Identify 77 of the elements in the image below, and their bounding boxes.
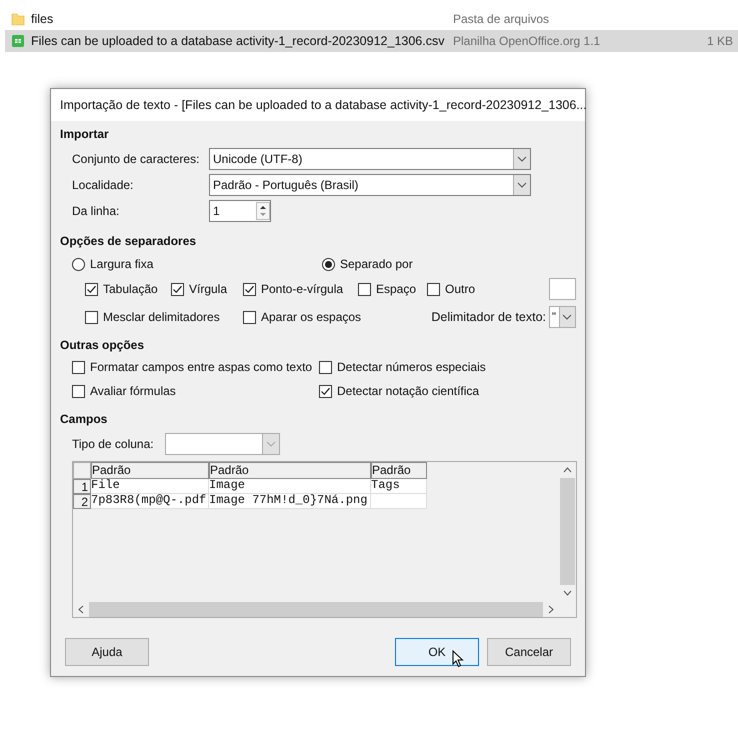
checkbox-label: Mesclar delimitadores [103, 309, 220, 326]
checkbox-label: Espaço [376, 281, 416, 298]
chevron-right-icon[interactable] [548, 604, 554, 614]
checkbox[interactable] [85, 282, 98, 296]
field-label: Delimitador de texto: [431, 308, 546, 326]
help-button[interactable]: Ajuda [65, 638, 149, 666]
checkbox[interactable] [72, 360, 85, 374]
table-cell [371, 494, 427, 509]
table-cell: Tags [371, 479, 427, 494]
row-spinbox[interactable]: 1 [209, 200, 271, 222]
checkbox-label: Formatar campos entre aspas como texto [90, 359, 312, 376]
checkbox[interactable] [243, 310, 256, 324]
checkbox-label: Vírgula [189, 281, 228, 298]
chevron-down-icon[interactable] [563, 590, 572, 596]
checkbox-label: Ponto-e-vírgula [261, 281, 344, 298]
radio-button[interactable] [72, 258, 85, 270]
row-number: 2 [73, 494, 91, 509]
ok-button[interactable]: OK [395, 638, 479, 666]
table-cell: Image 77hM!d_0}7Ná.png [209, 494, 371, 509]
column-header[interactable]: Padrão [209, 462, 371, 479]
checkbox-label: Outro [445, 281, 476, 298]
file-row[interactable]: files Pasta de arquivos [5, 8, 738, 30]
cancel-button[interactable]: Cancelar [487, 638, 571, 666]
checkbox[interactable] [319, 360, 332, 374]
section-heading: Campos [60, 411, 108, 428]
section-heading: Opções de separadores [60, 233, 198, 250]
checkbox[interactable] [243, 282, 256, 296]
file-type: Pasta de arquivos [453, 11, 550, 28]
file-row[interactable]: Files can be uploaded to a database activity-1_record-20230912_1306.csv Planilha OpenOffice.org 1.1 1 KB [5, 30, 738, 52]
table-cell: 7p83R8(mp@Q-.pdf [91, 494, 209, 509]
spin-arrows-icon[interactable] [256, 202, 270, 220]
spreadsheet-icon [11, 34, 25, 48]
charset-dropdown[interactable]: Unicode (UTF-8) [209, 148, 531, 170]
field-label: Da linha: [72, 203, 120, 220]
radio-label: Separado por [340, 256, 413, 273]
text-delimiter-dropdown[interactable]: " [549, 306, 576, 328]
radio-button[interactable] [322, 258, 335, 270]
field-label: Localidade: [72, 177, 134, 194]
window-title: Importação de texto - [Files can be uploaded to a database activity-1_record-20230912_1306... [60, 96, 587, 114]
chevron-down-icon [517, 156, 527, 162]
chevron-left-icon[interactable] [78, 604, 84, 614]
chevron-up-icon[interactable] [563, 467, 572, 473]
file-type: Planilha OpenOffice.org 1.1 [453, 33, 602, 50]
other-separator-field[interactable] [549, 278, 576, 300]
file-name: Files can be uploaded to a database activity-1_record-20230912_1306.csv [31, 32, 446, 50]
checkbox-label: Tabulação [103, 281, 158, 298]
dropdown-button[interactable] [513, 175, 530, 195]
field-label: Tipo de coluna: [72, 436, 155, 453]
file-size: 1 KB [706, 34, 733, 48]
checkbox-label: Detectar notação científica [337, 383, 480, 400]
checkbox[interactable] [85, 310, 98, 324]
locale-dropdown[interactable]: Padrão - Português (Brasil) [209, 174, 531, 196]
column-header[interactable]: Padrão [91, 462, 209, 479]
file-name: files [31, 10, 54, 28]
chevron-down-icon [266, 441, 276, 447]
checkbox[interactable] [72, 384, 85, 398]
checkbox-label: Aparar os espaços [261, 309, 362, 326]
checkbox[interactable] [427, 282, 440, 296]
mouse-pointer-icon [452, 650, 464, 668]
dropdown-button[interactable] [558, 307, 575, 327]
checkbox[interactable] [319, 384, 332, 398]
column-header[interactable]: Padrão [371, 462, 427, 479]
chevron-down-icon [517, 182, 527, 188]
folder-icon [11, 12, 25, 26]
checkbox[interactable] [358, 282, 371, 296]
checkbox-label: Avaliar fórmulas [90, 383, 176, 400]
section-heading: Importar [60, 126, 110, 143]
chevron-down-icon [562, 314, 572, 320]
table-cell: File [91, 479, 209, 494]
checkbox-label: Detectar números especiais [337, 359, 486, 376]
field-label: Conjunto de caracteres: [72, 151, 200, 168]
row-number: 1 [73, 479, 91, 494]
section-heading: Outras opções [60, 337, 146, 354]
table-cell: Image [209, 479, 371, 494]
checkbox[interactable] [171, 282, 184, 296]
dropdown-button[interactable] [513, 149, 530, 169]
radio-label: Largura fixa [90, 256, 154, 273]
